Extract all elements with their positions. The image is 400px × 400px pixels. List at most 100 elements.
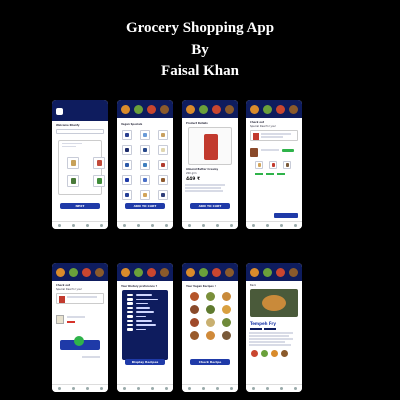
category-circle[interactable] [95,267,104,277]
cart-icon[interactable] [265,387,269,390]
orders-icon[interactable] [215,387,219,390]
remove-button[interactable] [67,321,75,323]
orders-icon[interactable] [85,224,89,227]
diet-option[interactable] [127,319,163,323]
profile-icon[interactable] [99,387,103,390]
profile-icon[interactable] [293,387,297,390]
recipe-thumb[interactable] [189,331,199,340]
add-to-cart-button[interactable]: ADD TO CART [125,203,165,209]
category-circle[interactable] [147,267,156,277]
category-circle[interactable] [56,267,65,277]
product-tile[interactable] [122,190,132,200]
category-circle[interactable] [276,104,285,114]
ingredient-icon[interactable] [251,349,258,357]
category-circle[interactable] [186,104,195,114]
orders-icon[interactable] [150,224,154,227]
cart-item[interactable] [56,314,104,326]
cart-icon[interactable] [201,387,205,390]
recipe-thumb[interactable] [221,318,231,327]
checkbox[interactable] [127,306,133,310]
product-tile[interactable] [140,130,150,140]
suggested-item[interactable] [269,161,277,169]
checkbox[interactable] [127,302,133,305]
recipe-thumb[interactable] [189,292,199,301]
product-tile[interactable] [158,190,168,200]
profile-icon[interactable] [164,224,168,227]
diet-option[interactable] [127,310,163,314]
product-tile[interactable] [140,175,150,185]
category-circle[interactable] [69,267,78,277]
category-circle[interactable] [276,267,285,277]
diet-option[interactable] [127,328,163,331]
product-tile[interactable] [140,160,150,170]
orders-icon[interactable] [215,224,219,227]
product-tile[interactable] [122,145,132,155]
diet-option[interactable] [127,298,163,301]
cart-icon[interactable] [71,387,75,390]
home-icon[interactable] [122,387,126,390]
home-icon[interactable] [57,224,61,227]
cart-item[interactable] [250,147,298,159]
recipe-thumb[interactable] [205,318,215,327]
confirm-card[interactable] [60,336,100,350]
recipe-thumb[interactable] [189,318,199,327]
category-circle[interactable] [212,267,221,277]
category-circle[interactable] [289,104,298,114]
add-to-cart-button[interactable]: ADD TO CART [190,203,230,209]
cart-icon[interactable] [71,224,75,227]
ingredient-icon[interactable] [281,349,288,357]
orders-icon[interactable] [150,387,154,390]
profile-icon[interactable] [229,387,233,390]
suggested-item[interactable] [283,161,291,169]
category-circle[interactable] [225,104,234,114]
diet-option[interactable] [127,302,163,305]
search-input[interactable] [56,129,104,134]
product-tile[interactable] [140,145,150,155]
category-circle[interactable] [121,104,130,114]
category-circle[interactable] [160,267,169,277]
deal-card[interactable] [250,130,298,141]
orders-icon[interactable] [279,224,283,227]
category-circle[interactable] [263,104,272,114]
category-circle[interactable] [134,267,143,277]
recipe-thumb[interactable] [189,305,199,314]
recipe-thumb[interactable] [221,305,231,314]
product-tile[interactable] [122,160,132,170]
checkbox[interactable] [127,323,133,327]
product-tile[interactable] [122,130,132,140]
home-icon[interactable] [187,224,191,227]
category-circle[interactable] [225,267,234,277]
checkout-bar[interactable] [274,213,298,218]
product-tile[interactable] [140,190,150,200]
category-item[interactable] [67,175,79,187]
category-circle[interactable] [147,104,156,114]
profile-icon[interactable] [229,224,233,227]
category-circle[interactable] [289,267,298,277]
checkbox[interactable] [127,319,133,323]
product-tile[interactable] [158,130,168,140]
recipe-thumb[interactable] [205,331,215,340]
profile-icon[interactable] [293,224,297,227]
product-tile[interactable] [158,160,168,170]
cart-icon[interactable] [201,224,205,227]
profile-icon[interactable] [99,224,103,227]
diet-option[interactable] [127,315,163,318]
back-link[interactable]: Back [250,284,298,287]
profile-icon[interactable] [164,387,168,390]
category-circle[interactable] [186,267,195,277]
home-icon[interactable] [57,387,61,390]
checkbox[interactable] [127,293,133,297]
display-recipes-button[interactable]: Display Recipes [125,359,165,365]
category-circle[interactable] [199,104,208,114]
category-circle[interactable] [250,267,259,277]
orders-icon[interactable] [279,387,283,390]
category-circle[interactable] [263,267,272,277]
diet-option[interactable] [127,306,163,310]
check-recipe-button[interactable]: Check Recipe [190,359,230,365]
product-tile[interactable] [158,175,168,185]
orders-icon[interactable] [85,387,89,390]
category-item[interactable] [67,157,79,169]
checkbox[interactable] [127,315,133,318]
product-tile[interactable] [158,145,168,155]
category-circle[interactable] [82,267,91,277]
